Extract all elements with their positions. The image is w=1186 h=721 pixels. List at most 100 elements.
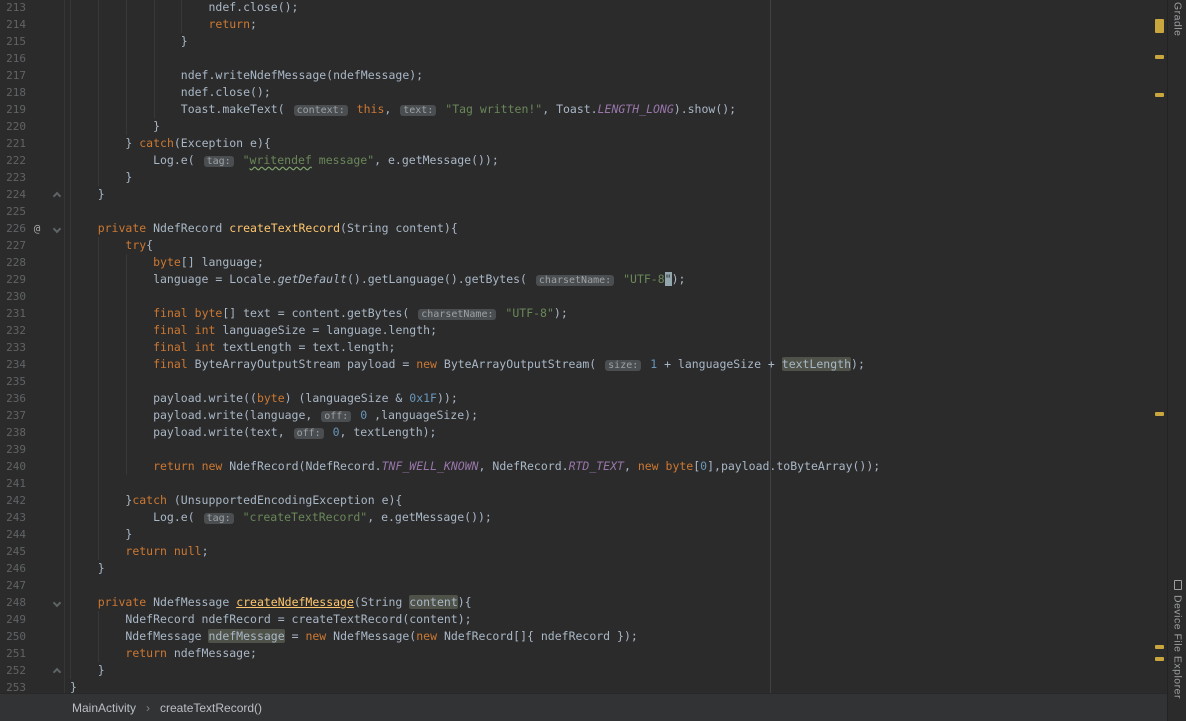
line-number[interactable]: 219	[0, 101, 26, 118]
code-line[interactable]: 237 payload.write(language, off: 0 ,lang…	[0, 407, 1153, 424]
code-line[interactable]: 216	[0, 50, 1153, 67]
line-number[interactable]: 247	[0, 577, 26, 594]
code-line[interactable]: 252 }	[0, 662, 1153, 679]
line-number[interactable]: 218	[0, 84, 26, 101]
code-line[interactable]: 227 try{	[0, 237, 1153, 254]
code-line[interactable]: 223 }	[0, 169, 1153, 186]
line-number[interactable]: 222	[0, 152, 26, 169]
line-number[interactable]: 236	[0, 390, 26, 407]
code-line[interactable]: 221 } catch(Exception e){	[0, 135, 1153, 152]
code-line[interactable]: 250 NdefMessage ndefMessage = new NdefMe…	[0, 628, 1153, 645]
code-line[interactable]: 233 final int textLength = text.length;	[0, 339, 1153, 356]
fold-expanded-icon[interactable]	[52, 598, 62, 608]
code-line[interactable]: 238 payload.write(text, off: 0, textLeng…	[0, 424, 1153, 441]
line-number[interactable]: 229	[0, 271, 26, 288]
code-line[interactable]: 248 private NdefMessage createNdefMessag…	[0, 594, 1153, 611]
line-number[interactable]: 226	[0, 220, 26, 237]
line-number[interactable]: 235	[0, 373, 26, 390]
code-line[interactable]: 244 }	[0, 526, 1153, 543]
code-line[interactable]: 243 Log.e( tag: "createTextRecord", e.ge…	[0, 509, 1153, 526]
line-number[interactable]: 227	[0, 237, 26, 254]
code-line[interactable]: 235	[0, 373, 1153, 390]
code-line[interactable]: 242 }catch (UnsupportedEncodingException…	[0, 492, 1153, 509]
line-number[interactable]: 237	[0, 407, 26, 424]
code-line[interactable]: 240 return new NdefRecord(NdefRecord.TNF…	[0, 458, 1153, 475]
line-number[interactable]: 239	[0, 441, 26, 458]
code-line[interactable]: 219 Toast.makeText( context: this, text:…	[0, 101, 1153, 118]
code-line[interactable]: 217 ndef.writeNdefMessage(ndefMessage);	[0, 67, 1153, 84]
line-number[interactable]: 213	[0, 0, 26, 16]
code-line[interactable]: 249 NdefRecord ndefRecord = createTextRe…	[0, 611, 1153, 628]
fold-marker[interactable]	[48, 220, 66, 237]
code-line[interactable]: 239	[0, 441, 1153, 458]
line-number[interactable]: 233	[0, 339, 26, 356]
line-number[interactable]: 238	[0, 424, 26, 441]
line-number[interactable]: 215	[0, 33, 26, 50]
fold-marker[interactable]	[48, 186, 66, 203]
line-number[interactable]: 242	[0, 492, 26, 509]
code-line[interactable]: 225	[0, 203, 1153, 220]
fold-end-icon[interactable]	[52, 191, 62, 201]
line-number[interactable]: 252	[0, 662, 26, 679]
tab-device-file-explorer[interactable]: Device File Explorer	[1168, 580, 1186, 699]
fold-marker[interactable]	[48, 594, 66, 611]
warning-stripe-mark[interactable]	[1155, 412, 1164, 416]
line-number[interactable]: 253	[0, 679, 26, 693]
line-number[interactable]: 250	[0, 628, 26, 645]
code-line[interactable]: 215 }	[0, 33, 1153, 50]
line-number[interactable]: 246	[0, 560, 26, 577]
annotation-gutter-icon[interactable]: @	[26, 220, 48, 237]
line-number[interactable]: 245	[0, 543, 26, 560]
code-line[interactable]: 224 }	[0, 186, 1153, 203]
tab-gradle[interactable]: Gradle	[1168, 2, 1186, 37]
code-line[interactable]: 213 ndef.close();	[0, 0, 1153, 16]
breadcrumb-method[interactable]: createTextRecord()	[160, 701, 262, 715]
warning-stripe-mark[interactable]	[1155, 657, 1164, 661]
line-number[interactable]: 230	[0, 288, 26, 305]
line-number[interactable]: 248	[0, 594, 26, 611]
fold-end-icon[interactable]	[52, 667, 62, 677]
code-line[interactable]: 247	[0, 577, 1153, 594]
line-number[interactable]: 232	[0, 322, 26, 339]
code-line[interactable]: 218 ndef.close();	[0, 84, 1153, 101]
code-line[interactable]: 229 language = Locale.getDefault().getLa…	[0, 271, 1153, 288]
warning-stripe-mark[interactable]	[1155, 645, 1164, 649]
error-stripe-scrollbar[interactable]	[1153, 0, 1167, 693]
code-line[interactable]: 234 final ByteArrayOutputStream payload …	[0, 356, 1153, 373]
line-number[interactable]: 224	[0, 186, 26, 203]
line-number[interactable]: 223	[0, 169, 26, 186]
line-number[interactable]: 216	[0, 50, 26, 67]
warning-stripe-mark[interactable]	[1155, 93, 1164, 97]
code-line[interactable]: 220 }	[0, 118, 1153, 135]
line-number[interactable]: 243	[0, 509, 26, 526]
breadcrumb-class[interactable]: MainActivity	[72, 701, 136, 715]
line-number[interactable]: 251	[0, 645, 26, 662]
code-line[interactable]: 236 payload.write((byte) (languageSize &…	[0, 390, 1153, 407]
code-editor[interactable]: 213 ndef.close(); 214 return; 215 } 216 217 …	[0, 0, 1167, 693]
line-number[interactable]: 240	[0, 458, 26, 475]
code-line[interactable]: 230	[0, 288, 1153, 305]
code-line[interactable]: 228 byte[] language;	[0, 254, 1153, 271]
code-line[interactable]: 253}	[0, 679, 1153, 693]
code-line[interactable]: 251 return ndefMessage;	[0, 645, 1153, 662]
line-number[interactable]: 228	[0, 254, 26, 271]
line-number[interactable]: 214	[0, 16, 26, 33]
line-number[interactable]: 231	[0, 305, 26, 322]
line-number[interactable]: 234	[0, 356, 26, 373]
warning-stripe-mark[interactable]	[1155, 55, 1164, 59]
line-number[interactable]: 217	[0, 67, 26, 84]
code-line[interactable]: 246 }	[0, 560, 1153, 577]
line-number[interactable]: 241	[0, 475, 26, 492]
code-line[interactable]: 231 final byte[] text = content.getBytes…	[0, 305, 1153, 322]
warning-stripe-mark[interactable]	[1155, 19, 1164, 33]
line-number[interactable]: 220	[0, 118, 26, 135]
fold-expanded-icon[interactable]	[52, 224, 62, 234]
code-line[interactable]: 232 final int languageSize = language.le…	[0, 322, 1153, 339]
line-number[interactable]: 221	[0, 135, 26, 152]
code-line[interactable]: 214 return;	[0, 16, 1153, 33]
line-number[interactable]: 244	[0, 526, 26, 543]
code-line[interactable]: 241	[0, 475, 1153, 492]
code-line[interactable]: 245 return null;	[0, 543, 1153, 560]
line-number[interactable]: 225	[0, 203, 26, 220]
line-number[interactable]: 249	[0, 611, 26, 628]
